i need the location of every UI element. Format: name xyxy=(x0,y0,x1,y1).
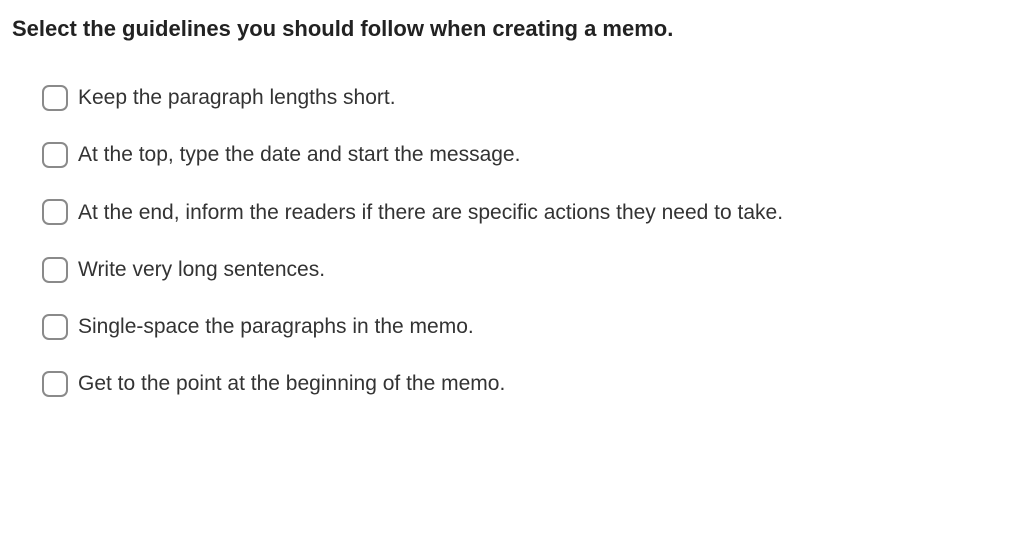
checkbox[interactable] xyxy=(42,314,68,340)
option-row[interactable]: Keep the paragraph lengths short. xyxy=(42,84,1000,111)
option-row[interactable]: At the top, type the date and start the … xyxy=(42,141,1000,168)
option-label: At the top, type the date and start the … xyxy=(78,141,520,168)
option-label: At the end, inform the readers if there … xyxy=(78,199,783,226)
option-row[interactable]: Write very long sentences. xyxy=(42,256,1000,283)
checkbox[interactable] xyxy=(42,142,68,168)
checkbox[interactable] xyxy=(42,257,68,283)
checkbox[interactable] xyxy=(42,85,68,111)
option-label: Keep the paragraph lengths short. xyxy=(78,84,396,111)
option-label: Single-space the paragraphs in the memo. xyxy=(78,313,474,340)
option-row[interactable]: Single-space the paragraphs in the memo. xyxy=(42,313,1000,340)
option-row[interactable]: Get to the point at the beginning of the… xyxy=(42,370,1000,397)
option-label: Write very long sentences. xyxy=(78,256,325,283)
checkbox[interactable] xyxy=(42,371,68,397)
option-label: Get to the point at the beginning of the… xyxy=(78,370,505,397)
question-title: Select the guidelines you should follow … xyxy=(12,16,1000,42)
options-list: Keep the paragraph lengths short. At the… xyxy=(12,84,1000,398)
option-row[interactable]: At the end, inform the readers if there … xyxy=(42,199,1000,226)
checkbox[interactable] xyxy=(42,199,68,225)
